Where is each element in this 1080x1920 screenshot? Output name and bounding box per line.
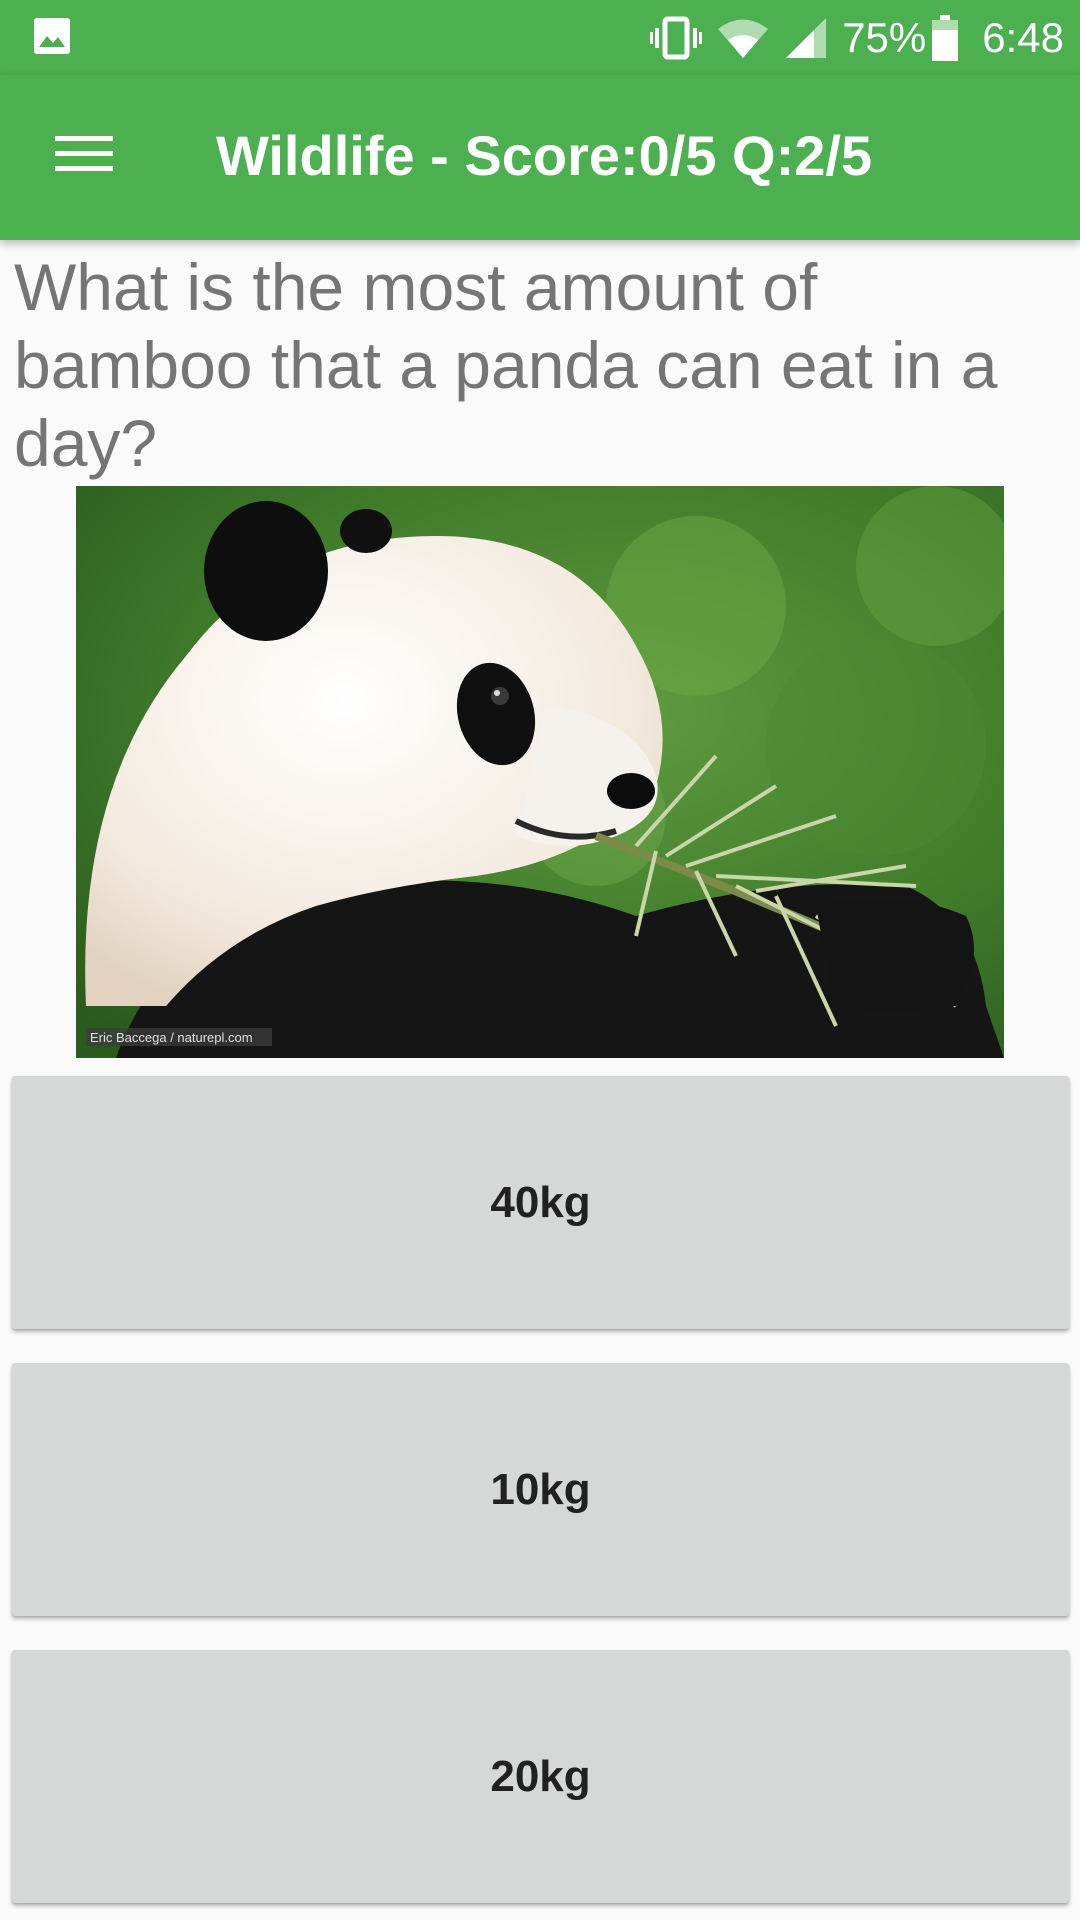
question-text: What is the most amount of bamboo that a… [14, 250, 998, 480]
battery-icon [932, 14, 959, 61]
signal-icon [786, 17, 827, 58]
status-bar: 75% 6:48 [0, 0, 1080, 75]
gallery-icon [34, 18, 70, 54]
vibrate-icon [650, 16, 703, 59]
hamburger-menu-icon [55, 136, 113, 171]
answer-button-3[interactable]: 20kg [12, 1650, 1069, 1903]
image-caption: Eric Baccega / naturepl.com [90, 1030, 253, 1045]
app-title: Wildlife - Score:0/5 Q:2/5 [216, 124, 873, 187]
panda-image: Eric Baccega / naturepl.com [76, 486, 1004, 1058]
status-icons: 75% 6:48 [636, 0, 1064, 75]
status-clock: 6:48 [982, 13, 1064, 61]
question-image: Eric Baccega / naturepl.com [76, 486, 1004, 1058]
menu-button[interactable] [40, 115, 128, 193]
wifi-icon [718, 19, 769, 58]
answer-button-1[interactable]: 40kg [12, 1076, 1069, 1329]
app-bar: Wildlife - Score:0/5 Q:2/5 [0, 75, 1080, 240]
answer-button-2[interactable]: 10kg [12, 1363, 1069, 1616]
battery-percent: 75% [842, 13, 927, 61]
